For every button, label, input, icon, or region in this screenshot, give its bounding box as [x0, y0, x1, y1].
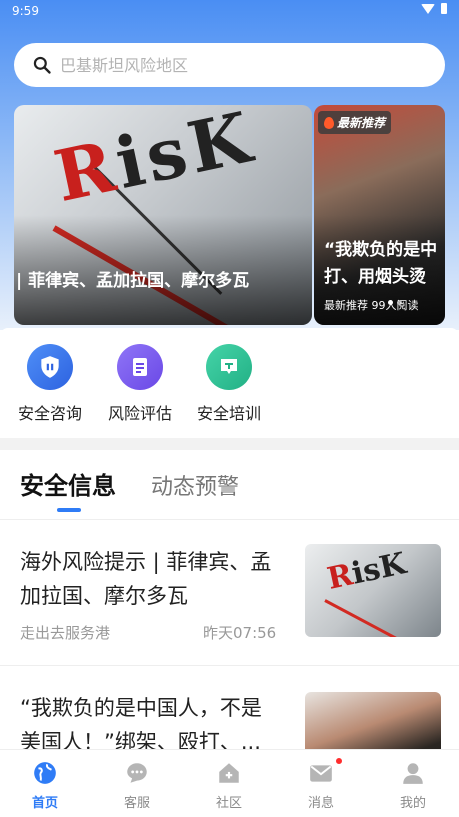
battery-icon	[441, 3, 447, 14]
banner-meta: 最新推荐 99人阅读	[324, 299, 419, 312]
news-source: 走出去服务港	[20, 624, 111, 642]
nav-label: 消息	[307, 796, 334, 811]
news-item[interactable]: 海外风险提示 | 菲律宾、孟加拉国、摩尔多瓦 走出去服务港 昨天07:56 Ri…	[0, 521, 459, 666]
nav-label: 社区	[215, 796, 242, 811]
news-thumbnail: RisK	[305, 544, 441, 637]
service-training[interactable]: 安全培训	[184, 344, 274, 424]
nav-community[interactable]: 社区	[199, 760, 259, 811]
banner-card-1[interactable]: RisK | 菲律宾、孟加拉国、摩尔多瓦	[14, 105, 312, 325]
person-icon	[400, 760, 426, 786]
bottom-navigation: 首页 客服 社区 消息 我的	[0, 749, 459, 817]
banner-image-text: RisK	[47, 105, 262, 218]
thumbnail-image-text: RisK	[324, 546, 410, 597]
search-input[interactable]	[60, 55, 400, 75]
tab-dynamic-alerts[interactable]: 动态预警	[151, 469, 239, 501]
nav-messages[interactable]: 消息	[291, 758, 351, 811]
chat-icon	[206, 344, 252, 390]
community-icon	[216, 760, 242, 786]
nav-label: 首页	[31, 796, 58, 811]
news-title: 海外风险提示 | 菲律宾、孟加拉国、摩尔多瓦	[20, 550, 272, 608]
news-title: “我欺负的是中国人，不是美国人！”绑架、殴打、...	[20, 696, 262, 749]
tab-indicator	[57, 508, 81, 512]
unread-badge	[336, 758, 342, 764]
news-thumbnail	[305, 692, 441, 749]
news-time: 昨天07:56	[203, 624, 277, 642]
status-bar: 9:59	[0, 0, 459, 22]
search-bar[interactable]	[14, 43, 445, 87]
news-tabs: 安全信息 动态预警	[0, 450, 459, 520]
section-divider	[0, 438, 459, 450]
banner-caption: “我欺负的是中 打、用烟头烫	[324, 240, 438, 287]
status-time: 9:59	[12, 4, 39, 18]
nav-home[interactable]: 首页	[15, 760, 75, 811]
service-label: 风险评估	[107, 404, 172, 423]
nav-label: 我的	[399, 796, 426, 811]
featured-badge: 最新推荐	[318, 111, 392, 134]
search-icon	[33, 56, 51, 74]
service-label: 安全培训	[196, 404, 261, 423]
tab-safety-info[interactable]: 安全信息	[20, 466, 116, 501]
nav-label: 客服	[123, 796, 150, 811]
globe-icon	[32, 760, 58, 786]
banner-caption: | 菲律宾、孟加拉国、摩尔多瓦	[16, 271, 250, 291]
flame-icon	[324, 116, 334, 129]
service-consult[interactable]: 安全咨询	[5, 344, 95, 424]
nav-customer-service[interactable]: 客服	[107, 760, 167, 811]
carousel-dots	[388, 300, 402, 305]
document-icon	[117, 344, 163, 390]
banner-card-2[interactable]: 最新推荐 “我欺负的是中 打、用烟头烫 最新推荐 99人阅读	[314, 105, 445, 325]
news-item[interactable]: “我欺负的是中国人，不是美国人！”绑架、殴打、...	[0, 667, 459, 749]
shield-icon	[27, 344, 73, 390]
mail-icon	[308, 758, 342, 786]
wifi-icon	[421, 3, 435, 14]
nav-profile[interactable]: 我的	[383, 760, 443, 811]
service-grid: 安全咨询 风险评估 安全培训	[0, 328, 459, 438]
chat-bubble-icon	[124, 760, 150, 786]
service-risk-assessment[interactable]: 风险评估	[95, 344, 185, 424]
service-label: 安全咨询	[17, 404, 82, 423]
